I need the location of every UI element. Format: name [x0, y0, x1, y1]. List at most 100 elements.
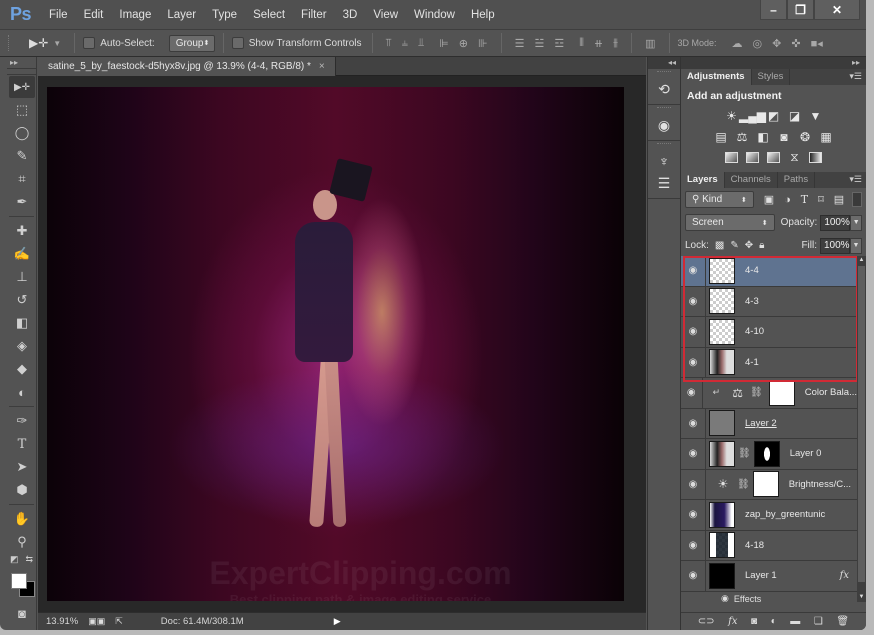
tab-paths[interactable]: Paths: [778, 172, 815, 188]
filter-shape-icon[interactable]: ⌑: [818, 193, 824, 206]
brightness-contrast-icon[interactable]: ☀: [725, 109, 739, 122]
layer-name[interactable]: Brightness/C...: [789, 479, 851, 490]
slide-3d-icon[interactable]: ✜: [791, 37, 800, 50]
filter-kind-select[interactable]: ⚲ Kind ⬍: [685, 191, 754, 208]
scroll-down-icon[interactable]: ▼: [857, 593, 866, 602]
tools-grip[interactable]: [7, 69, 36, 75]
align-right-icon[interactable]: ⊪: [478, 37, 488, 50]
layer-row[interactable]: ◉ zap_by_greentunic: [681, 500, 857, 531]
properties-icon[interactable]: ◉: [648, 114, 680, 136]
filter-pixel-icon[interactable]: ▣: [764, 193, 774, 206]
lock-image-icon[interactable]: ✎: [730, 240, 738, 251]
visibility-eye-icon[interactable]: ◉: [681, 470, 706, 500]
align-top-icon[interactable]: ⫪: [386, 37, 392, 50]
layer-mask-thumbnail[interactable]: [769, 380, 795, 406]
layer-name[interactable]: Layer 0: [790, 448, 822, 459]
eyedropper-tool-icon[interactable]: ✒: [9, 191, 35, 213]
curves-icon[interactable]: ◩: [767, 109, 781, 122]
menu-layer[interactable]: Layer: [159, 9, 204, 21]
fill-input[interactable]: 100%: [820, 238, 850, 254]
menu-filter[interactable]: Filter: [293, 9, 335, 21]
posterize-icon[interactable]: [746, 151, 760, 164]
quick-selection-tool-icon[interactable]: ✎: [9, 145, 35, 167]
history-brush-tool-icon[interactable]: ↺: [9, 289, 35, 311]
distribute-hcenter-icon[interactable]: ⧺: [594, 37, 603, 50]
lock-transparent-icon[interactable]: ▩: [715, 240, 724, 251]
layer-row[interactable]: ◉ Layer 2: [681, 409, 857, 440]
panel-menu-icon[interactable]: ▾☰: [849, 71, 862, 82]
tab-layers[interactable]: Layers: [681, 172, 725, 188]
show-transform-checkbox[interactable]: [232, 37, 244, 49]
foreground-color-swatch[interactable]: [11, 573, 27, 589]
move-tool-icon[interactable]: ▶✛: [9, 76, 35, 98]
layer-mask-thumbnail[interactable]: [754, 441, 780, 467]
dock-grip[interactable]: [657, 143, 671, 147]
lock-position-icon[interactable]: ✥: [745, 240, 753, 251]
align-left-icon[interactable]: ⊫: [439, 37, 449, 50]
status-menu-arrow-icon[interactable]: ▶: [334, 616, 341, 627]
new-group-icon[interactable]: ▬: [790, 616, 800, 627]
delete-layer-icon[interactable]: 🗑︎: [836, 616, 849, 627]
menu-window[interactable]: Window: [406, 9, 463, 21]
menu-file[interactable]: File: [41, 9, 76, 21]
align-vcenter-icon[interactable]: ⫨: [402, 37, 408, 50]
distribute-left-icon[interactable]: ⫴: [579, 37, 584, 50]
swap-colors-icon[interactable]: ⇆: [25, 554, 33, 565]
visibility-eye-icon[interactable]: ◉: [681, 287, 706, 317]
menu-select[interactable]: Select: [245, 9, 293, 21]
zoom-tool-icon[interactable]: ⚲: [9, 531, 35, 553]
exposure-icon[interactable]: ◪: [788, 109, 802, 122]
close-tab-icon[interactable]: ×: [319, 61, 325, 72]
move-tool-icon[interactable]: ▶✛: [29, 36, 48, 50]
vibrance-icon[interactable]: ▼: [809, 109, 823, 122]
menu-image[interactable]: Image: [111, 9, 159, 21]
layer-row[interactable]: ◉ 4-10: [681, 317, 857, 348]
tab-adjustments[interactable]: Adjustments: [681, 69, 752, 85]
layer-name[interactable]: Layer 1: [745, 570, 777, 581]
lasso-tool-icon[interactable]: ◯: [9, 122, 35, 144]
fill-dropdown-icon[interactable]: ▼: [850, 238, 862, 254]
close-button[interactable]: ✕: [814, 0, 860, 20]
hand-tool-icon[interactable]: ✋: [9, 508, 35, 530]
visibility-eye-icon[interactable]: ◉: [681, 409, 706, 439]
opacity-dropdown-icon[interactable]: ▼: [850, 215, 862, 231]
color-balance-icon[interactable]: ⚖: [735, 130, 749, 143]
image-canvas[interactable]: ExpertClipping.com Best clipping path & …: [47, 87, 624, 601]
align-hcenter-icon[interactable]: ⊕: [459, 37, 468, 50]
path-selection-tool-icon[interactable]: ➤: [9, 456, 35, 478]
tool-preset-dropdown-icon[interactable]: ▼: [53, 39, 61, 48]
share-icon[interactable]: ⇱: [115, 616, 123, 627]
mask-link-icon[interactable]: ⛓: [738, 448, 751, 459]
layer-row[interactable]: ◉ ⛓ Layer 0: [681, 439, 857, 470]
dock-grip[interactable]: [657, 107, 671, 111]
canvas-viewport[interactable]: ExpertClipping.com Best clipping path & …: [38, 77, 646, 612]
distribute-vcenter-icon[interactable]: ☱: [534, 37, 544, 50]
brush-tool-icon[interactable]: ✍: [9, 243, 35, 265]
options-bar-grip[interactable]: [8, 35, 12, 51]
effects-visibility-eye-icon[interactable]: ◉: [721, 593, 729, 602]
history-icon[interactable]: ⟲: [648, 78, 680, 100]
menu-help[interactable]: Help: [463, 9, 503, 21]
type-tool-icon[interactable]: T: [9, 433, 35, 455]
new-layer-icon[interactable]: ❏: [814, 616, 823, 627]
menu-3d[interactable]: 3D: [335, 9, 366, 21]
visibility-eye-icon[interactable]: ◉: [681, 348, 706, 378]
threshold-icon[interactable]: [767, 151, 781, 164]
menu-view[interactable]: View: [365, 9, 406, 21]
mask-link-icon[interactable]: ⛓: [750, 387, 763, 398]
auto-select-checkbox[interactable]: [83, 37, 95, 49]
new-adjustment-layer-icon[interactable]: ◐: [771, 616, 777, 627]
visibility-eye-icon[interactable]: ◉: [681, 439, 706, 469]
photo-filter-icon[interactable]: ◙: [777, 130, 791, 143]
layer-name[interactable]: 4-3: [745, 296, 759, 307]
distribute-bottom-icon[interactable]: ☲: [554, 37, 564, 50]
layer-name[interactable]: 4-1: [745, 357, 759, 368]
align-bottom-icon[interactable]: ⫫: [418, 37, 424, 50]
layer-row[interactable]: ◉ 4-4: [681, 256, 857, 287]
levels-icon[interactable]: ▂▄▆: [746, 109, 760, 122]
layer-row[interactable]: ◉ 4-1: [681, 348, 857, 379]
layer-row[interactable]: ◉ 4-18: [681, 531, 857, 562]
blur-tool-icon[interactable]: ◆: [9, 358, 35, 380]
dodge-tool-icon[interactable]: ◐: [9, 381, 35, 403]
auto-select-target-select[interactable]: Group ⬍: [169, 35, 215, 52]
